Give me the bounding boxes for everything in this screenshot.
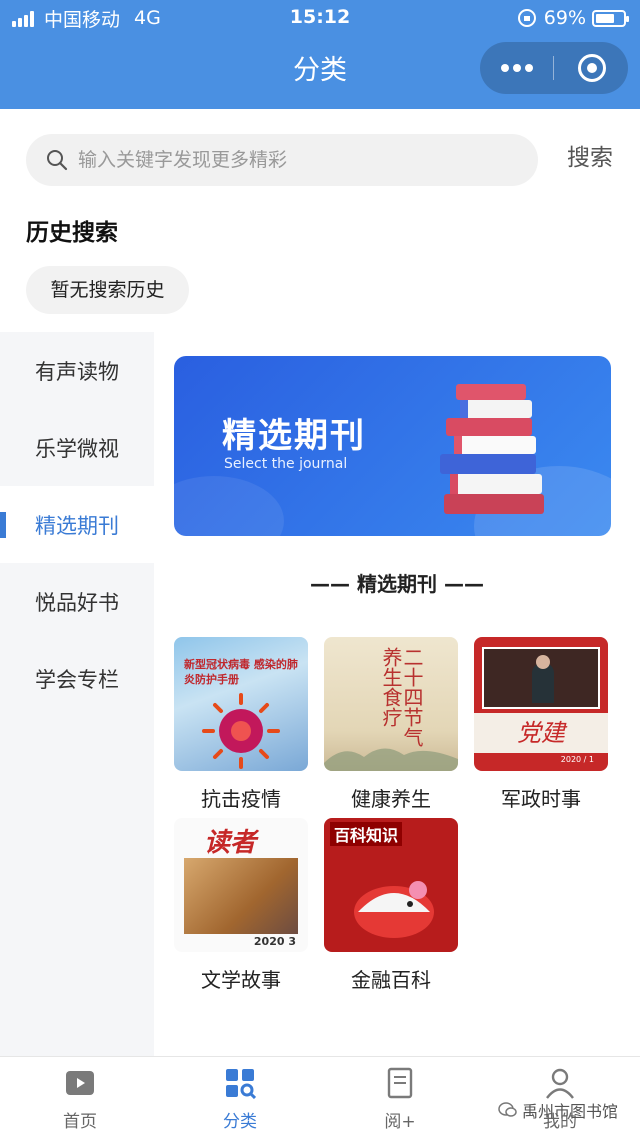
wechat-icon (498, 1102, 517, 1117)
sidebar-item-journals[interactable]: 精选期刊 (0, 486, 154, 563)
journal-cover: 读者 2020 3 (174, 818, 308, 952)
sidebar-item-label: 学会专栏 (35, 667, 119, 692)
journal-card-health[interactable]: 二十四节气 养生食疗 健康养生 (324, 637, 458, 812)
category-sidebar: 有声读物 乐学微视 精选期刊 悦品好书 学会专栏 (0, 332, 154, 1056)
battery-fill (596, 13, 614, 23)
cover-photo (482, 647, 600, 709)
sidebar-item-books[interactable]: 悦品好书 (0, 563, 154, 640)
watermark-text: 禹州市图书馆 (522, 1102, 619, 1121)
banner-subtitle: Select the journal (224, 456, 348, 472)
history-title: 历史搜索 (26, 220, 118, 246)
tab-category[interactable]: 分类 (160, 1057, 320, 1138)
sidebar-item-audio[interactable]: 有声读物 (0, 332, 154, 409)
mouse-ornament-illustration (354, 881, 434, 938)
capsule-divider (553, 56, 554, 80)
books-illustration (440, 384, 544, 514)
user-icon (546, 1068, 574, 1099)
journal-label: 文学故事 (201, 968, 281, 992)
sidebar-item-label: 乐学微视 (35, 436, 119, 461)
battery-percent: 69% (543, 7, 586, 29)
cover-title: 读者 (204, 828, 257, 858)
journal-card-finance[interactable]: 百科知识 金融百科 (324, 818, 458, 993)
cover-title: 党建 (517, 719, 565, 747)
journal-label: 军政时事 (501, 787, 581, 811)
search-box (26, 134, 538, 186)
sidebar-item-label: 有声读物 (35, 359, 119, 384)
journal-label: 抗击疫情 (201, 787, 281, 811)
history-empty-chip: 暂无搜索历史 (26, 266, 189, 314)
close-button[interactable] (556, 42, 628, 94)
tab-label: 阅+ (384, 1112, 416, 1132)
cover-art (184, 858, 298, 934)
journal-banner[interactable]: 精选期刊 Select the journal (174, 356, 611, 536)
battery-icon (592, 9, 629, 27)
search-input[interactable] (78, 134, 518, 186)
cover-title: 百科知识 (330, 822, 403, 846)
journal-card-politics[interactable]: 党建 2020 / 1 军政时事 (474, 637, 608, 812)
section-title: —— 精选期刊 —— (310, 572, 484, 596)
search-icon (47, 150, 68, 171)
journal-cover: 党建 2020 / 1 (474, 637, 608, 771)
virus-illustration (202, 693, 280, 769)
cover-date: 2020 / 1 (560, 755, 594, 764)
bottom-tabbar: 首页 分类 阅+ 我的 (0, 1056, 640, 1138)
journal-cover: 新型冠状病毒 感染的肺炎防护手册 (174, 637, 308, 771)
more-dots-icon (499, 64, 535, 72)
miniprogram-capsule (480, 42, 628, 94)
cover-date: 2020 3 (253, 935, 296, 948)
sidebar-item-label: 悦品好书 (35, 590, 119, 615)
tab-label: 首页 (63, 1112, 97, 1132)
target-icon (578, 54, 606, 82)
landscape-illustration (324, 748, 458, 771)
cover-title: 新型冠状病毒 感染的肺炎防护手册 (184, 658, 298, 686)
journal-card-literature[interactable]: 读者 2020 3 文学故事 (174, 818, 308, 993)
play-video-icon (66, 1071, 94, 1095)
more-button[interactable] (480, 42, 554, 94)
journal-label: 金融百科 (351, 968, 431, 992)
document-icon (387, 1067, 413, 1099)
watermark: 禹州市图书馆 (498, 1098, 618, 1122)
sidebar-item-label: 精选期刊 (35, 513, 119, 538)
tab-home[interactable]: 首页 (0, 1057, 160, 1138)
banner-decoration (174, 476, 284, 536)
journal-card-epidemic[interactable]: 新型冠状病毒 感染的肺炎防护手册 抗击疫情 (174, 637, 308, 812)
category-grid-icon (226, 1069, 256, 1099)
tab-label: 分类 (223, 1112, 257, 1132)
rotation-lock-icon (517, 9, 536, 27)
search-button[interactable]: 搜索 (560, 140, 620, 176)
header: 中国移动 4G 15:12 69% 分类 (0, 0, 640, 109)
journal-cover: 二十四节气 养生食疗 (324, 637, 458, 771)
banner-title: 精选期刊 (222, 416, 366, 456)
journal-cover: 百科知识 (324, 818, 458, 952)
journal-label: 健康养生 (351, 787, 431, 811)
sidebar-item-video[interactable]: 乐学微视 (0, 409, 154, 486)
status-bar: 中国移动 4G 15:12 69% (0, 0, 640, 36)
sidebar-item-society[interactable]: 学会专栏 (0, 640, 154, 717)
tab-reading[interactable]: 阅+ (320, 1057, 480, 1138)
